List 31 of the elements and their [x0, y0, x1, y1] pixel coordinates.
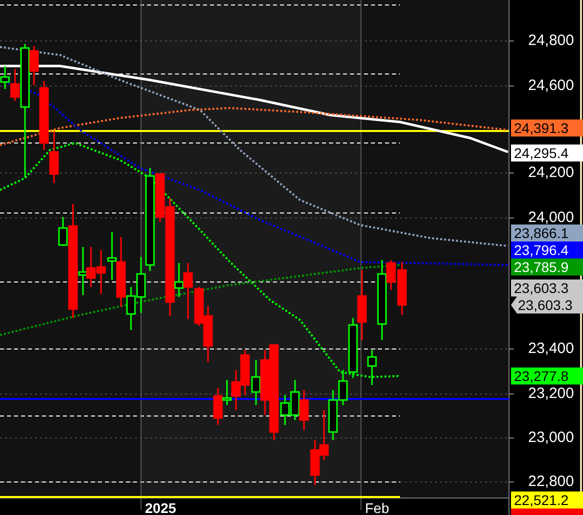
- candle: [299, 390, 309, 430]
- price-axis-label: 23,200: [528, 385, 574, 402]
- price-axis-label: 23,000: [528, 429, 574, 446]
- candle: [0, 66, 10, 89]
- time-axis-label: Feb: [365, 500, 390, 515]
- price-axis-label: 24,600: [528, 77, 574, 94]
- price-tag: 23,785.9: [511, 258, 583, 276]
- price-tag: 23,603.3: [511, 296, 583, 314]
- candle: [96, 250, 106, 294]
- price-axis-label: 22,800: [528, 473, 574, 490]
- time-axis-label: 2025: [145, 500, 176, 515]
- candle: [319, 410, 329, 460]
- price-tag: 23,603.3: [511, 280, 583, 296]
- price-tag: 24,295.4: [511, 144, 583, 162]
- candle: [328, 390, 338, 440]
- candle: [86, 247, 96, 287]
- candle: [49, 131, 59, 183]
- candle: [357, 270, 367, 340]
- price-axis-label: 24,200: [528, 164, 574, 181]
- price-axis-label: 23,400: [528, 340, 574, 357]
- price-tag: 24,391.3: [511, 120, 583, 136]
- price-axis-label: 24,800: [528, 32, 574, 49]
- candle: [310, 440, 320, 485]
- price-tag: 23,796.4: [511, 242, 583, 258]
- candle: [290, 380, 300, 420]
- candle: [240, 350, 250, 395]
- candle: [367, 350, 377, 385]
- price-axis-label: 24,000: [528, 209, 574, 226]
- price-tag: 23,866.1: [511, 224, 583, 242]
- price-tag: 22,521.2: [511, 492, 583, 508]
- price-tag: 23,277.8: [511, 368, 583, 384]
